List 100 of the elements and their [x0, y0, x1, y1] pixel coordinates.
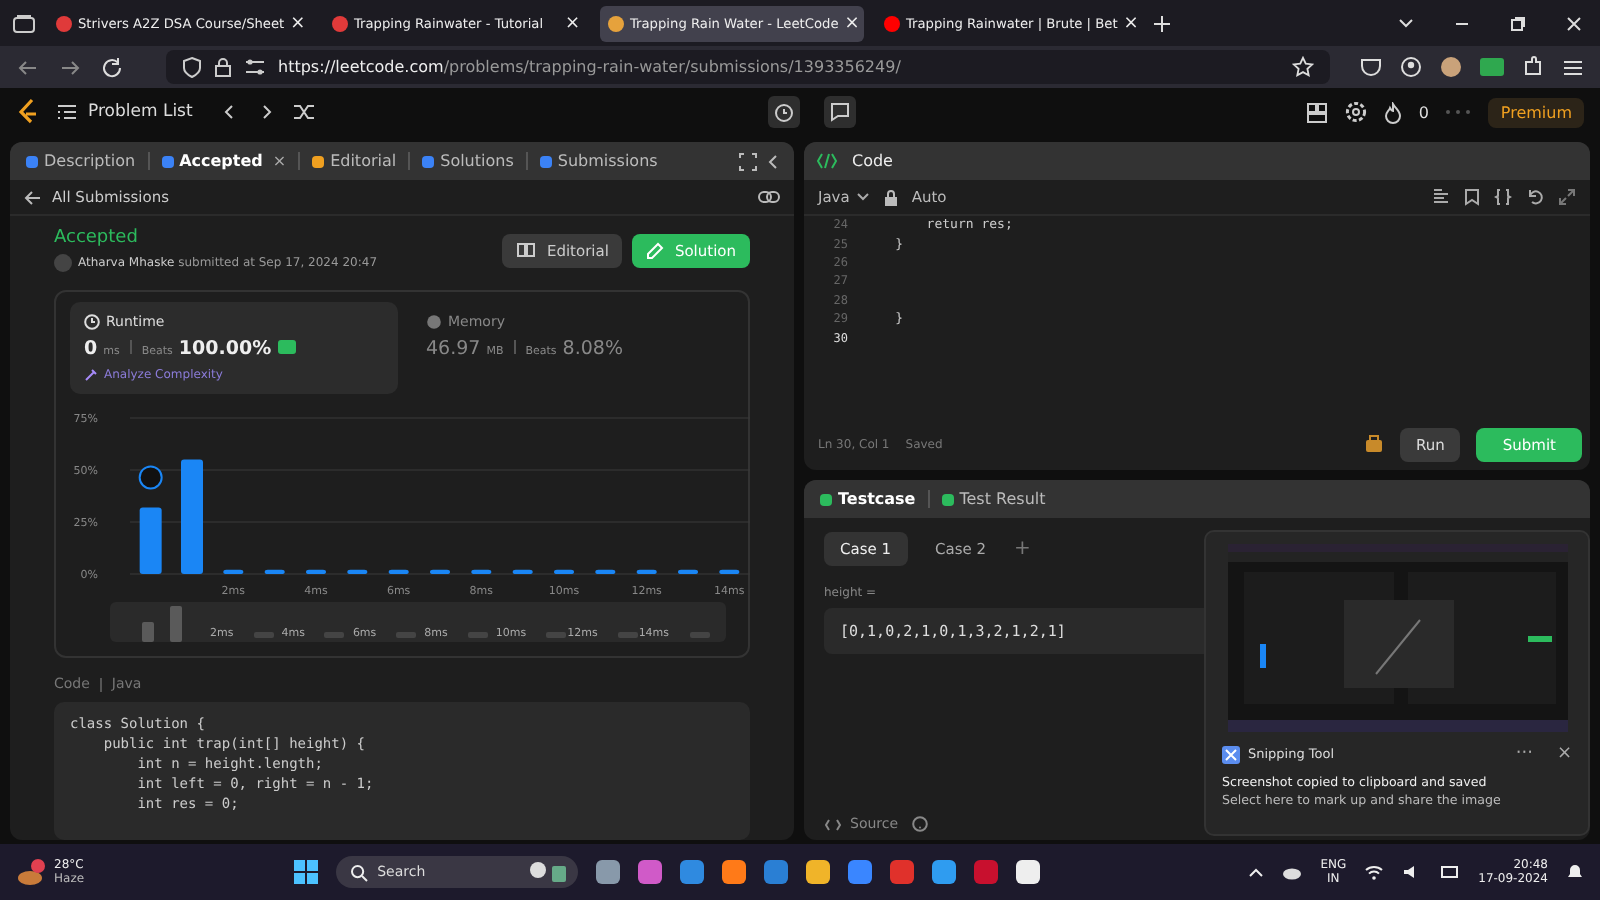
chevron-down-icon: [855, 192, 870, 202]
taskbar-app-icon[interactable]: [595, 860, 620, 884]
chevron-up-icon[interactable]: [1248, 866, 1265, 878]
forward-arrow-icon[interactable]: [58, 55, 82, 79]
account-icon[interactable]: [1400, 56, 1422, 78]
shuffle-icon[interactable]: [292, 102, 317, 122]
tab-close-button[interactable]: ×: [1123, 13, 1139, 33]
problem-list-button[interactable]: Problem List: [56, 102, 193, 122]
code-icon: [816, 152, 838, 170]
chart-bar: [139, 507, 162, 574]
star-icon[interactable]: [1292, 56, 1314, 78]
chart-bar: [512, 569, 533, 574]
tab-overview-icon[interactable]: [12, 11, 36, 35]
link-icon[interactable]: [758, 188, 780, 206]
expand-icon[interactable]: [1558, 188, 1576, 206]
panel-tab[interactable]: Accepted ×: [157, 152, 291, 170]
add-case-button[interactable]: +: [1014, 538, 1031, 560]
bell-icon[interactable]: [1566, 862, 1584, 882]
chart-bar: [347, 569, 368, 574]
address-bar[interactable]: https://leetcode.com/problems/trapping-rain-water/submissions/1393356249/: [166, 50, 1330, 84]
menu-icon[interactable]: [1562, 57, 1584, 77]
chart-bar: [306, 569, 326, 574]
more-icon[interactable]: [1444, 108, 1473, 116]
url-text: https://leetcode.com/problems/trapping-rain-water/submissions/1393356249/: [278, 58, 901, 76]
taskbar-app-icon[interactable]: [721, 860, 746, 884]
panel-tab[interactable]: Description: [22, 152, 140, 170]
streak-count: 0: [1418, 103, 1429, 121]
settings-icon[interactable]: [1344, 100, 1369, 124]
clock-icon: [84, 314, 100, 330]
taskbar-app-icon[interactable]: [931, 860, 956, 884]
search-highlight-icon: [525, 860, 570, 884]
beats-value: 100.00%: [178, 338, 272, 360]
memory-value: 46.97: [426, 338, 481, 360]
memory-icon: [426, 314, 442, 330]
windows-start-icon[interactable]: [293, 860, 318, 884]
beats-value: 8.08%: [562, 338, 623, 360]
search-icon: [349, 863, 368, 881]
code-icon: [824, 817, 842, 831]
bookmark-icon[interactable]: [1464, 188, 1480, 206]
lock-icon: [883, 189, 898, 205]
chevron-down-icon[interactable]: [1396, 13, 1416, 33]
pencil-icon: [646, 241, 665, 259]
flame-icon: [1384, 101, 1403, 123]
runtime-value: 0: [84, 338, 98, 360]
panel-tab[interactable]: Testcase: [816, 490, 920, 508]
close-icon[interactable]: [1564, 13, 1584, 33]
premium-button[interactable]: Premium: [1488, 97, 1585, 127]
book-icon: [516, 242, 537, 258]
panel-tab[interactable]: Editorial: [308, 152, 401, 170]
chart-bar: [636, 569, 657, 574]
layout-icon[interactable]: [1306, 101, 1329, 123]
chart-bar: [264, 569, 285, 574]
taskbar-app-icon[interactable]: [1015, 860, 1040, 884]
list-icon: [56, 102, 78, 122]
help-icon[interactable]: [912, 816, 929, 832]
panel-tab[interactable]: Test Result: [937, 490, 1050, 508]
expand-icon[interactable]: [738, 151, 758, 171]
reload-icon[interactable]: [100, 55, 124, 79]
chart-bar: [678, 569, 698, 574]
braces-icon[interactable]: [1494, 188, 1512, 206]
status-text: Accepted: [54, 228, 140, 248]
panel-tab[interactable]: Submissions: [535, 152, 662, 170]
chart-bar: [554, 569, 574, 574]
avatar-icon: [54, 254, 72, 272]
permissions-icon: [244, 58, 266, 76]
wand-icon: [84, 368, 98, 382]
shield-icon: [182, 56, 202, 78]
chart-bar: [430, 569, 450, 574]
snipping-tool-icon: [1222, 745, 1240, 763]
chart-bar: [181, 459, 203, 574]
undo-icon[interactable]: [1526, 188, 1544, 206]
panel-title: Code: [852, 152, 893, 170]
back-arrow-icon: [24, 189, 42, 205]
note-icon[interactable]: [823, 96, 856, 128]
battery-icon[interactable]: [1440, 864, 1461, 880]
taskbar-app-icon[interactable]: [805, 860, 830, 884]
chevron-left-icon[interactable]: [766, 151, 782, 171]
restore-icon[interactable]: [1508, 13, 1528, 33]
alarm-clock-icon[interactable]: [767, 96, 800, 128]
extension-icon[interactable]: [1440, 56, 1462, 78]
tab-close-button[interactable]: ×: [564, 13, 580, 33]
panel-tab[interactable]: Solutions: [418, 152, 518, 170]
extensions-icon[interactable]: [1522, 56, 1544, 78]
pocket-icon[interactable]: [1360, 56, 1382, 78]
back-arrow-icon[interactable]: [16, 55, 40, 79]
chart-bar: [471, 569, 492, 574]
wifi-icon[interactable]: [1364, 864, 1385, 880]
chart-bar: [223, 569, 244, 574]
chart-bar: [595, 569, 616, 574]
weather-icon[interactable]: [16, 858, 48, 886]
format-icon[interactable]: [1432, 188, 1450, 206]
chart-bar: [719, 569, 740, 574]
logo-icon[interactable]: [16, 98, 40, 126]
tab-close-button[interactable]: ×: [290, 13, 306, 33]
more-button[interactable]: ···: [1515, 744, 1533, 764]
new-tab-icon[interactable]: [1152, 13, 1172, 33]
tab-close-button[interactable]: ×: [844, 13, 860, 33]
highlight-marker: [138, 465, 163, 490]
lock-icon: [214, 56, 232, 78]
close-button[interactable]: ×: [1556, 744, 1572, 764]
